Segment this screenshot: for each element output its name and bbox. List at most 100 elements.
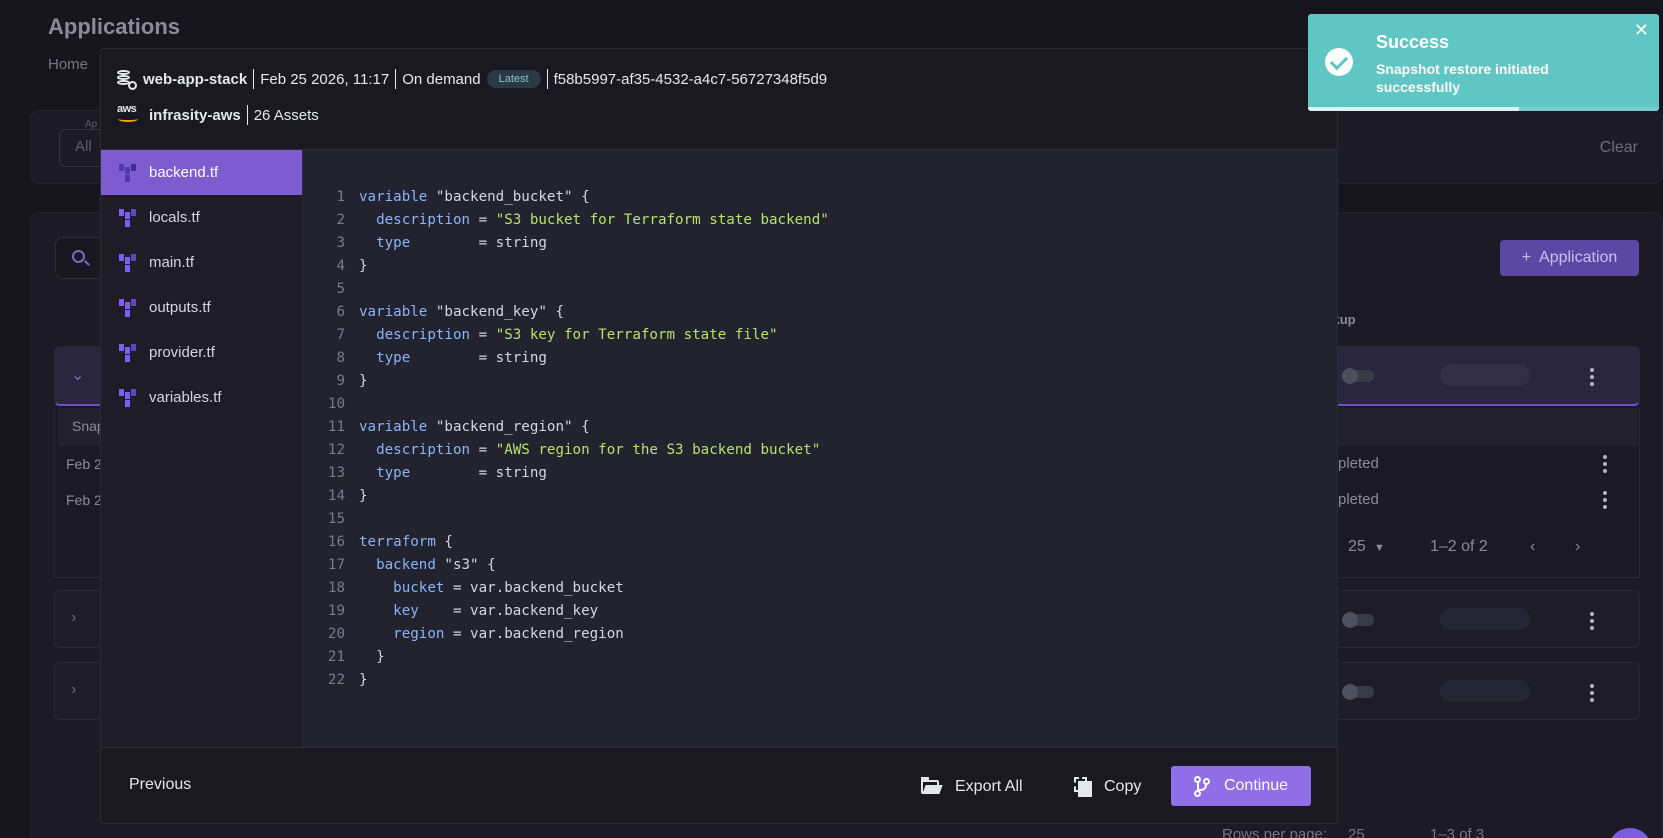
line-number: 8	[336, 350, 345, 366]
backup-toggle[interactable]	[1342, 684, 1374, 700]
code-text: }	[359, 485, 368, 508]
database-restore-icon	[117, 70, 137, 90]
file-item-provider-tf[interactable]: provider.tf	[101, 330, 302, 375]
code-line: 6 variable "backend_key" {	[303, 301, 1337, 324]
terraform-icon	[119, 298, 137, 317]
divider	[253, 69, 255, 89]
next-page-icon[interactable]: ›	[1575, 538, 1580, 556]
line-number: 16	[327, 534, 345, 550]
search-icon	[72, 250, 85, 263]
row-menu-icon[interactable]	[1590, 612, 1594, 633]
file-item-variables-tf[interactable]: variables.tf	[101, 375, 302, 420]
line-number: 2	[336, 212, 345, 228]
code-token: = string	[410, 350, 547, 366]
pagination-range: 1–2 of 2	[1430, 538, 1488, 555]
toast-title: Success	[1376, 32, 1450, 52]
code-token: "backend_region" {	[427, 419, 590, 435]
copy-label: Copy	[1104, 778, 1142, 795]
line-number: 20	[327, 626, 345, 642]
code-text: variable "backend_bucket" {	[359, 186, 590, 209]
code-token: region	[393, 626, 445, 642]
code-line: 4}	[303, 255, 1337, 278]
divider	[395, 69, 397, 89]
latest-badge: Latest	[486, 70, 541, 88]
terraform-icon	[119, 163, 137, 182]
terraform-icon	[119, 343, 137, 362]
code-token: bucket	[393, 580, 445, 596]
code-text: description = "S3 bucket for Terraform s…	[359, 209, 829, 232]
application-filter-value: All	[75, 138, 92, 155]
divider	[546, 69, 548, 89]
previous-button[interactable]: Previous	[129, 776, 191, 794]
chevron-down-icon[interactable]: ⌄	[71, 365, 84, 385]
line-number: 14	[327, 488, 345, 504]
code-text: description = "S3 key for Terraform stat…	[359, 324, 777, 347]
add-application-button[interactable]: + Application	[1500, 240, 1639, 276]
line-number: 5	[336, 281, 345, 297]
account-name: infrasity-aws	[149, 106, 241, 124]
code-text: key = var.backend_key	[359, 600, 598, 623]
file-name: backend.tf	[149, 164, 219, 181]
row-menu-icon[interactable]	[1590, 684, 1594, 705]
file-item-backend-tf[interactable]: backend.tf	[101, 150, 302, 195]
file-item-locals-tf[interactable]: locals.tf	[101, 195, 302, 240]
snapshot-row-date: Feb 2	[66, 492, 102, 508]
snapshot-id: f58b5997-af35-4532-a4c7-56727348f5d9	[553, 70, 828, 88]
code-token: }	[359, 672, 368, 688]
breadcrumb[interactable]: Home	[48, 56, 88, 73]
line-number: 13	[327, 465, 345, 481]
line-number: 9	[336, 373, 345, 389]
file-name: locals.tf	[149, 209, 200, 226]
chevron-right-icon[interactable]: ›	[71, 609, 76, 627]
status-icons-pill	[1440, 680, 1530, 702]
file-name: provider.tf	[149, 344, 215, 361]
file-item-main-tf[interactable]: main.tf	[101, 240, 302, 285]
code-token: = var.backend_key	[418, 603, 599, 619]
close-icon[interactable]: ✕	[1634, 20, 1649, 41]
file-item-outputs-tf[interactable]: outputs.tf	[101, 285, 302, 330]
code-token: =	[470, 212, 496, 228]
code-line: 22}	[303, 669, 1337, 692]
terraform-icon	[119, 253, 137, 272]
branch-icon	[1193, 776, 1210, 797]
code-line: 3 type = string	[303, 232, 1337, 255]
bottom-rows-per-page-select[interactable]: 25	[1348, 826, 1365, 838]
code-line: 19 key = var.backend_key	[303, 600, 1337, 623]
toast-message: Snapshot restore initiated successfully	[1376, 61, 1549, 95]
code-token: "s3" {	[435, 557, 496, 573]
code-line: 12 description = "AWS region for the S3 …	[303, 439, 1337, 462]
snapshot-row-menu-icon[interactable]	[1603, 491, 1607, 512]
code-text: }	[359, 370, 368, 393]
snapshot-row-status: pleted	[1338, 491, 1379, 508]
code-text: type = string	[359, 232, 547, 255]
code-line: 15	[303, 508, 1337, 531]
rows-per-page-select[interactable]: 25	[1348, 538, 1366, 556]
backup-toggle[interactable]	[1342, 368, 1374, 384]
code-token: "S3 bucket for Terraform state backend"	[495, 212, 829, 228]
code-text: description = "AWS region for the S3 bac…	[359, 439, 820, 462]
export-all-button[interactable]: Export All	[921, 768, 1023, 806]
bottom-pagination-range: 1–3 of 3	[1430, 826, 1485, 838]
export-all-label: Export All	[955, 778, 1023, 795]
code-token: type	[376, 235, 411, 251]
row-menu-icon[interactable]	[1590, 368, 1594, 389]
asset-count: 26 Assets	[253, 106, 319, 124]
copy-button[interactable]: Copy	[1074, 768, 1141, 806]
code-viewer: 1 variable "backend_bucket" {2 descriptio…	[303, 150, 1337, 747]
code-token: = var.backend_region	[444, 626, 624, 642]
snapshot-date: Feb 25 2026, 11:17	[260, 70, 390, 88]
status-icons-pill	[1440, 608, 1530, 630]
add-application-label: Application	[1539, 249, 1618, 266]
snapshot-row-menu-icon[interactable]	[1603, 455, 1607, 476]
code-line: 17 backend "s3" {	[303, 554, 1337, 577]
continue-button[interactable]: Continue	[1171, 766, 1311, 806]
clear-filters-button[interactable]: Clear	[1600, 139, 1638, 157]
previous-page-icon[interactable]: ‹	[1530, 538, 1535, 556]
chevron-right-icon[interactable]: ›	[71, 681, 76, 699]
backup-toggle[interactable]	[1342, 612, 1374, 628]
